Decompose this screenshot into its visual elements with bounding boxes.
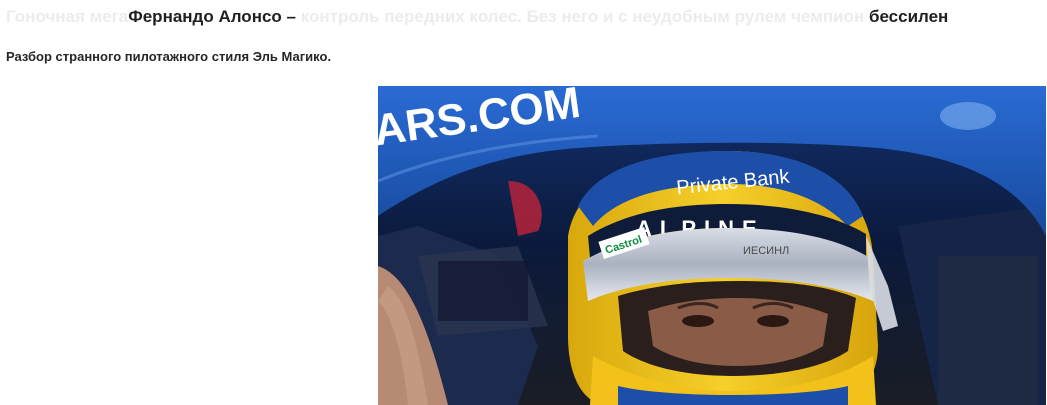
headline-faded-prefix: Гоночная мега — [6, 7, 129, 26]
article-headline: Гоночная мегаФернандо Алонсо – контроль … — [6, 6, 1046, 30]
headline-faded-middle: контроль передних колес. Без него и с не… — [295, 7, 869, 26]
headline-end: бессилен — [868, 7, 949, 26]
article-subtitle: Разбор странного пилотажного стиля Эль М… — [6, 49, 332, 64]
headline-name: Фернандо Алонсо – — [128, 7, 296, 26]
article-photo: ARS.COM Private Bank ALPINE ИЕСИНЛ Castr… — [378, 86, 1046, 405]
photo-illustration: ARS.COM Private Bank ALPINE ИЕСИНЛ Castr… — [378, 86, 1046, 405]
helmet-small-text: ИЕСИНЛ — [743, 245, 789, 257]
